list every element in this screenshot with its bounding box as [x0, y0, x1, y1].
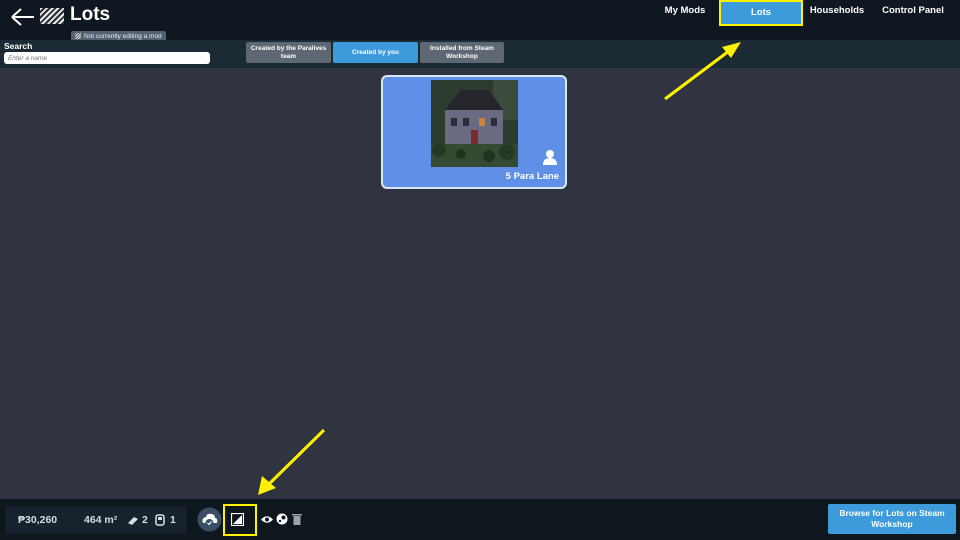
lot-price: ₱30,260 — [18, 514, 58, 526]
lot-thumbnail — [431, 80, 518, 167]
tab-control-panel[interactable]: Control Panel — [874, 0, 952, 24]
lot-card[interactable]: 5 Para Lane — [381, 75, 567, 189]
bedroom-icon — [155, 514, 165, 526]
filter-paralives-team[interactable]: Created by the Paralives team — [246, 42, 331, 63]
lot-area: 464 m² — [84, 514, 118, 526]
person-icon — [543, 150, 557, 165]
bathroom-count: 2 — [142, 514, 148, 526]
lot-pattern-icon — [40, 8, 64, 24]
mod-status-text: Not currently editing a mod — [84, 33, 162, 40]
steam-icon[interactable] — [276, 513, 288, 525]
search-input[interactable] — [4, 52, 210, 64]
tab-lots[interactable]: Lots — [719, 0, 803, 26]
filter-steam-workshop[interactable]: Installed from Steam Workshop — [420, 42, 504, 63]
browse-steam-workshop-button[interactable]: Browse for Lots on Steam Workshop — [828, 504, 956, 534]
filter-created-by-you[interactable]: Created by you — [333, 42, 418, 63]
eye-icon[interactable] — [261, 515, 273, 524]
page-title: Lots — [70, 4, 111, 25]
lot-name: 5 Para Lane — [505, 171, 559, 182]
back-arrow-icon[interactable] — [8, 5, 36, 29]
trash-icon[interactable] — [292, 513, 302, 525]
thumbnail-highlight-box — [223, 504, 257, 536]
upload-cloud-icon[interactable] — [197, 507, 222, 532]
search-label: Search — [4, 41, 33, 51]
mod-icon — [75, 33, 81, 39]
tab-households[interactable]: Households — [803, 0, 871, 24]
bathroom-icon — [128, 517, 138, 525]
tab-my-mods[interactable]: My Mods — [654, 0, 716, 24]
bedroom-count: 1 — [170, 514, 176, 526]
